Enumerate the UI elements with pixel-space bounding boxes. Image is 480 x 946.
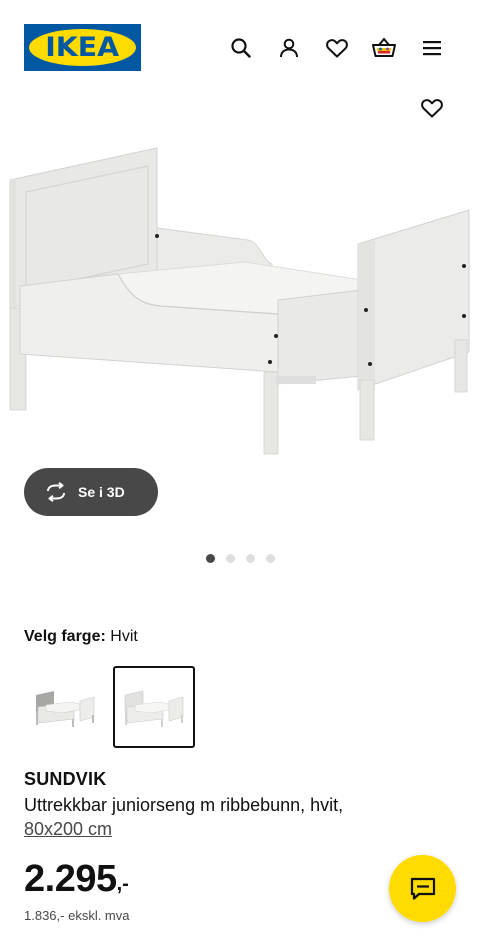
ikea-logo[interactable]: IKEA [24,24,141,71]
carousel-dot[interactable] [226,554,235,563]
menu-icon[interactable] [414,30,450,66]
carousel-dot[interactable] [206,554,215,563]
color-label-value: Hvit [110,628,138,645]
color-selector-label: Velg farge: Hvit [24,628,138,646]
product-price: 2.295 ,- [24,856,129,902]
color-swatch-white[interactable] [113,666,195,748]
rotate-3d-icon [47,482,65,502]
chat-icon [410,877,435,900]
carousel-dot[interactable] [246,554,255,563]
product-size-link[interactable]: 80x200 cm [24,819,112,840]
chat-button[interactable] [389,855,456,922]
view-in-3d-label: Se i 3D [78,484,125,500]
product-description: Uttrekkbar juniorseng m ribbebunn, hvit, [24,795,344,815]
header: IKEA [0,0,480,96]
color-swatch-grey-white[interactable] [24,666,106,748]
price-amount: 2.295 [24,858,117,900]
carousel-indicator [206,554,275,563]
price-suffix: ,- [116,873,129,895]
search-icon[interactable] [223,30,259,66]
logo-text: IKEA [45,32,120,63]
view-in-3d-button[interactable]: Se i 3D [24,468,158,516]
basket-icon[interactable] [366,30,402,66]
product-name: SUNDVIK [24,769,107,789]
user-icon[interactable] [271,30,307,66]
carousel-dot[interactable] [266,554,275,563]
favorite-heart-icon[interactable] [414,90,450,126]
color-label-title: Velg farge: [24,628,106,645]
product-image[interactable] [0,140,480,460]
price-excl-vat: 1.836,- ekskl. mva [24,908,130,923]
heart-icon[interactable] [319,30,355,66]
